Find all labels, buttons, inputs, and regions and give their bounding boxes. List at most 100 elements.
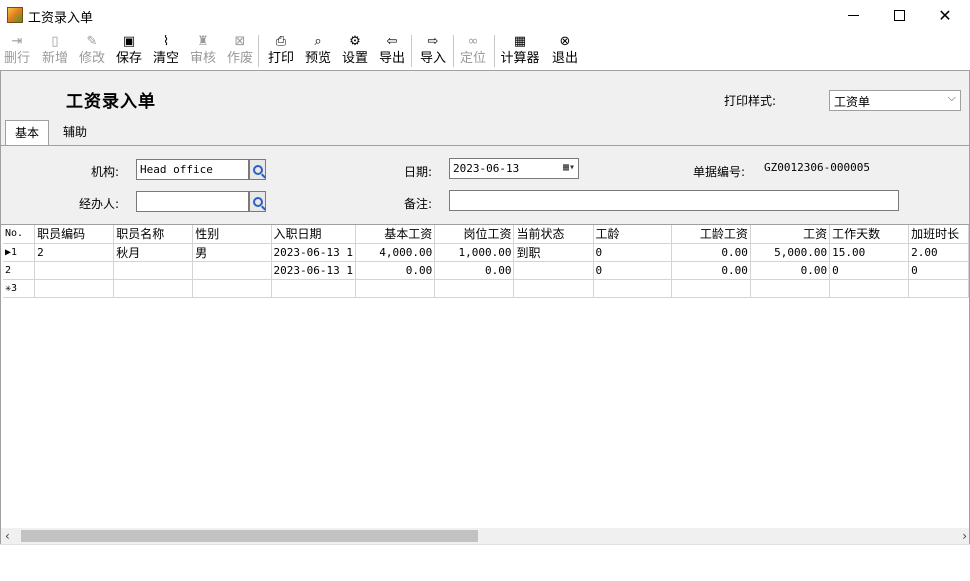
col-header-post-salary[interactable]: 岗位工资	[434, 225, 515, 244]
cell-no[interactable]: 2	[3, 261, 36, 280]
toolbar-button-settings[interactable]: ⚙ 设置	[340, 33, 370, 69]
remark-label: 备注:	[404, 197, 433, 211]
import-icon: ⇨	[427, 34, 439, 49]
cell-overtime[interactable]	[908, 279, 969, 298]
cell-salary[interactable]	[750, 279, 831, 298]
col-header-status[interactable]: 当前状态	[513, 225, 594, 244]
col-header-hire-date[interactable]: 入职日期	[271, 225, 357, 244]
minimize-button[interactable]	[830, 0, 876, 31]
cell-seniority[interactable]	[593, 279, 672, 298]
scroll-left-icon[interactable]: ‹	[5, 528, 10, 544]
cell-status[interactable]	[513, 261, 594, 280]
cell-gender[interactable]	[192, 261, 272, 280]
cell-emp-code[interactable]	[34, 279, 115, 298]
scrollbar-thumb[interactable]	[21, 530, 478, 542]
col-header-emp-code[interactable]: 职员编码	[34, 225, 115, 244]
print-style-label: 打印样式:	[724, 94, 777, 108]
col-header-seniority-pay[interactable]: 工龄工资	[671, 225, 751, 244]
cell-work-days[interactable]: 15.00	[829, 243, 910, 262]
toolbar-button-broom[interactable]: ⌇ 清空	[151, 33, 181, 69]
table-row[interactable]: ▶1 2 秋月男 2023-06-13 1 4,000.00 1,000.00 到职 0 0.0…	[3, 243, 969, 262]
handler-lookup-button[interactable]	[249, 191, 266, 212]
toolbar-button-preview[interactable]: ⌕ 预览	[303, 33, 333, 69]
toolbar-button-void[interactable]: ⊠ 作废	[225, 33, 255, 69]
cell-emp-code[interactable]	[34, 261, 115, 280]
toolbar-button-label: 导入	[419, 51, 446, 66]
edit-icon: ✎	[86, 34, 98, 49]
maximize-button[interactable]	[876, 0, 922, 31]
salary-grid[interactable]: No. 职员编码 职员名称 性别 入职日期 基本工资 岗位工资 当前状态 工龄 …	[0, 224, 970, 528]
cell-emp-name[interactable]	[113, 261, 194, 280]
settings-icon: ⚙	[349, 34, 361, 49]
cell-salary[interactable]: 5,000.00	[750, 243, 831, 262]
cell-no[interactable]: ✳3	[3, 279, 36, 298]
cell-gender[interactable]	[192, 279, 272, 298]
tab-basic[interactable]: 基本	[5, 120, 49, 146]
scroll-right-icon[interactable]: ›	[962, 528, 967, 544]
toolbar-button-printer[interactable]: ⎙ 打印	[266, 33, 296, 69]
toolbar-button-edit[interactable]: ✎ 修改	[77, 33, 107, 69]
toolbar-button-import[interactable]: ⇨ 导入	[418, 33, 448, 69]
cell-overtime[interactable]: 0	[908, 261, 969, 280]
handler-field[interactable]	[136, 191, 249, 212]
close-button[interactable]: ✕	[922, 0, 968, 31]
title-bar: 工资录入单 ✕	[0, 0, 970, 31]
toolbar-button-binoculars[interactable]: ∞ 定位	[458, 33, 488, 69]
calendar-dropdown-icon[interactable]: ▦▾	[563, 162, 575, 173]
cell-no[interactable]: ▶1	[3, 243, 36, 262]
toolbar-button-delete-row[interactable]: ⇥ 删行	[4, 33, 30, 69]
cell-seniority-pay[interactable]: 0.00	[671, 243, 751, 262]
toolbar-button-stamp[interactable]: ♜ 审核	[188, 33, 218, 69]
cell-work-days[interactable]: 0	[829, 261, 910, 280]
cell-seniority-pay[interactable]	[671, 279, 751, 298]
col-header-salary[interactable]: 工资	[750, 225, 831, 244]
toolbar-button-calculator[interactable]: ▦ 计算器	[500, 33, 540, 69]
print-style-select[interactable]: 工资单 ⌵	[829, 90, 961, 111]
cell-base-salary[interactable]: 0.00	[355, 261, 436, 280]
table-row[interactable]: 2 2023-06-13 1 0.00 0.00 0 0.00 0.00 0 0	[3, 261, 969, 280]
table-row[interactable]: ✳3	[3, 279, 969, 298]
toolbar-button-export[interactable]: ⇦ 导出	[377, 33, 407, 69]
toolbar-button-exit[interactable]: ⊗ 退出	[550, 33, 580, 69]
broom-icon: ⌇	[162, 34, 170, 49]
cell-status[interactable]	[513, 279, 594, 298]
cell-hire-date[interactable]: 2023-06-13 1	[271, 243, 357, 262]
cell-post-salary[interactable]	[434, 279, 515, 298]
org-field[interactable]: Head office	[136, 159, 249, 180]
cell-base-salary[interactable]: 4,000.00	[355, 243, 436, 262]
cell-seniority[interactable]: 0	[593, 261, 672, 280]
chevron-down-icon: ⌵	[947, 91, 956, 104]
toolbar-button-new-doc[interactable]: ▯ 新增	[40, 33, 70, 69]
cell-salary[interactable]: 0.00	[750, 261, 831, 280]
cell-post-salary[interactable]: 0.00	[434, 261, 515, 280]
cell-hire-date[interactable]: 2023-06-13 1	[271, 261, 357, 280]
remark-field[interactable]	[449, 190, 899, 211]
calculator-icon: ▦	[513, 34, 527, 49]
cell-base-salary[interactable]	[355, 279, 436, 298]
toolbar-separator	[453, 35, 454, 67]
toolbar-separator	[411, 35, 412, 67]
col-header-seniority[interactable]: 工龄	[593, 225, 672, 244]
cell-emp-name[interactable]: 秋月	[113, 243, 194, 262]
cell-status[interactable]: 到职	[513, 243, 594, 262]
tab-auxiliary[interactable]: 辅助	[63, 120, 87, 144]
cell-work-days[interactable]	[829, 279, 910, 298]
new-doc-icon: ▯	[51, 34, 59, 49]
cell-seniority-pay[interactable]: 0.00	[671, 261, 751, 280]
col-header-work-days[interactable]: 工作天数	[829, 225, 910, 244]
toolbar-button-save[interactable]: ▣ 保存	[114, 33, 144, 69]
cell-seniority[interactable]: 0	[593, 243, 672, 262]
cell-post-salary[interactable]: 1,000.00	[434, 243, 515, 262]
col-header-emp-name[interactable]: 职员名称	[113, 225, 194, 244]
date-field[interactable]: 2023-06-13 ▦▾	[449, 158, 579, 179]
col-header-base-salary[interactable]: 基本工资	[355, 225, 436, 244]
cell-emp-name[interactable]	[113, 279, 194, 298]
cell-overtime[interactable]: 2.00	[908, 243, 969, 262]
col-header-gender[interactable]: 性别	[192, 225, 272, 244]
horizontal-scrollbar[interactable]: ‹ ›	[0, 528, 970, 544]
cell-hire-date[interactable]	[271, 279, 357, 298]
cell-gender[interactable]: 男	[192, 243, 272, 262]
org-lookup-button[interactable]	[249, 159, 266, 180]
col-header-overtime[interactable]: 加班时长	[908, 225, 969, 244]
cell-emp-code[interactable]: 2	[34, 243, 115, 262]
